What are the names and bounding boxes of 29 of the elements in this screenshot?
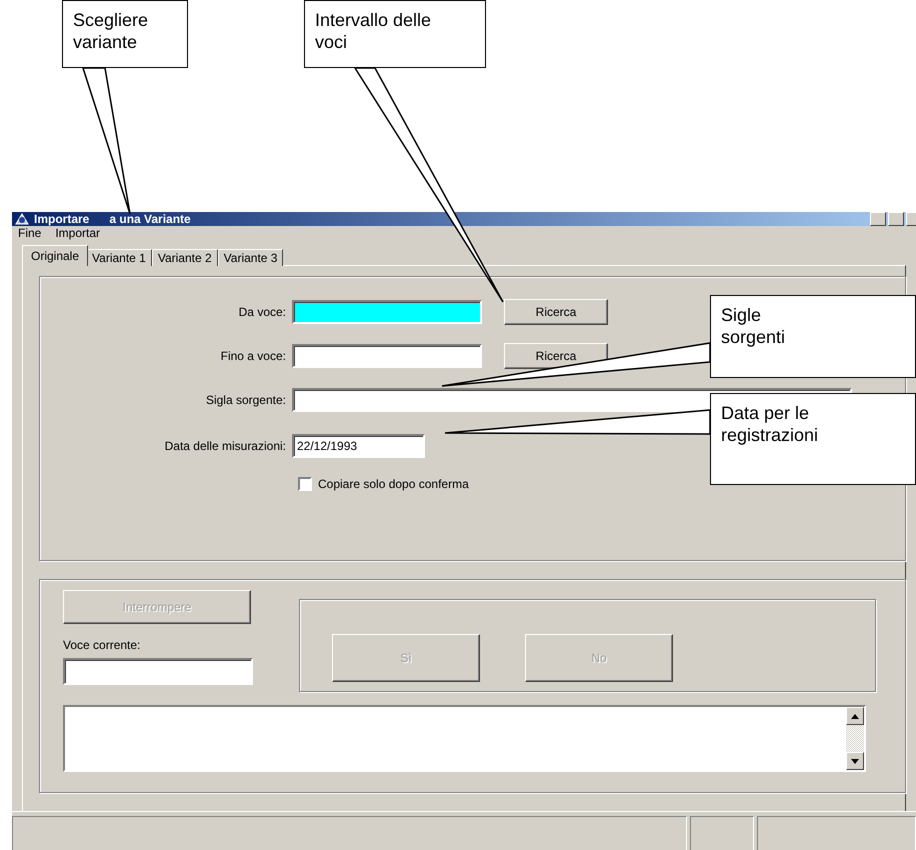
field-label: Sigla sorgente: — [204, 393, 287, 407]
scrollbar[interactable] — [846, 707, 864, 770]
field-label: Data delle misurazioni: — [164, 439, 287, 453]
callout: Data per le registrazioni — [710, 393, 916, 485]
tab[interactable]: Originale — [22, 245, 88, 266]
search-button[interactable]: Ricerca — [504, 299, 608, 325]
callout: Sigle sorgenti — [710, 295, 916, 378]
input-field[interactable]: 22/12/1993 — [292, 434, 425, 458]
checkbox-label: Copiare solo dopo conferma — [318, 477, 469, 491]
checkbox[interactable] — [298, 477, 312, 491]
field-label: Voce corrente: — [63, 638, 142, 652]
minimize-button[interactable] — [870, 212, 886, 226]
window-title: Importare — [34, 212, 90, 226]
menu-item[interactable]: Importar — [53, 226, 102, 240]
tab[interactable]: Variante 2 — [152, 249, 218, 266]
scroll-down-icon[interactable] — [851, 758, 859, 764]
maximize-button[interactable] — [888, 212, 904, 226]
field-label: Da voce: — [238, 305, 287, 319]
window-title: a una Variante — [109, 212, 191, 226]
callout: Scegliere variante — [62, 0, 188, 68]
field-label: Fino a voce: — [220, 349, 287, 363]
scroll-up-icon[interactable] — [851, 714, 859, 718]
tab[interactable]: Variante 3 — [218, 249, 284, 266]
input-field[interactable] — [63, 658, 253, 685]
input-field[interactable] — [292, 344, 482, 368]
tab[interactable]: Variante 1 — [86, 249, 152, 266]
input-field[interactable] — [292, 300, 482, 324]
callout: Intervallo delle voci — [304, 0, 486, 68]
menu-item[interactable]: Fine — [16, 226, 44, 240]
